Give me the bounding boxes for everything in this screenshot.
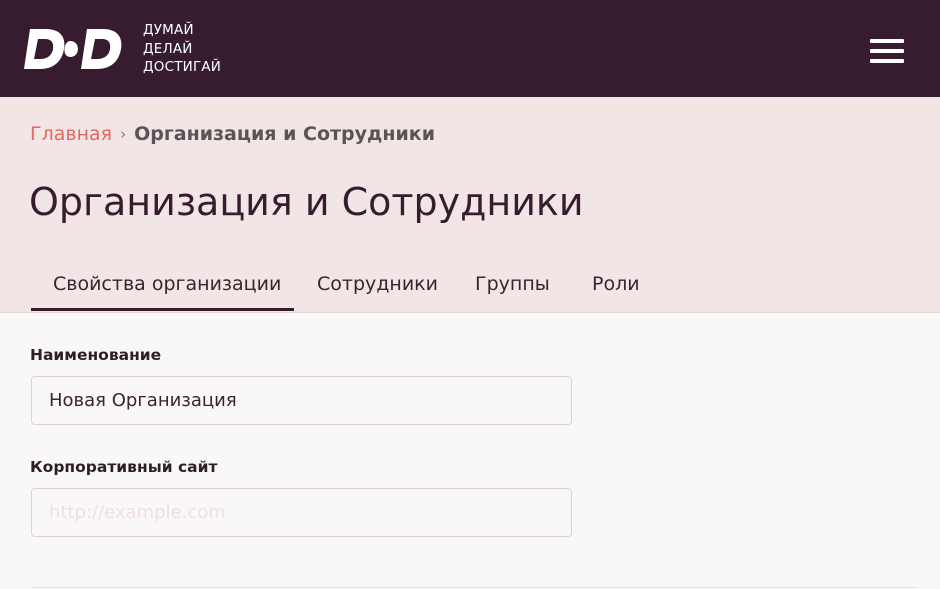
corporate-website-input[interactable]	[31, 488, 572, 537]
breadcrumb-home-link[interactable]: Главная	[30, 123, 112, 145]
page-header: Главная › Организация и Сотрудники Организ…	[0, 97, 940, 313]
logo-slogan: ДУМАЙ ДЕЛАЙ ДОСТИГАЙ	[143, 21, 221, 77]
slogan-line-3: ДОСТИГАЙ	[143, 59, 222, 75]
tab-organization-properties[interactable]: Свойства организации	[53, 273, 281, 295]
section-divider	[31, 587, 916, 588]
breadcrumb-current: Организация и Сотрудники	[134, 123, 436, 145]
tab-groups[interactable]: Группы	[475, 273, 550, 295]
website-field-label: Корпоративный сайт	[30, 458, 218, 476]
breadcrumb: Главная › Организация и Сотрудники	[30, 123, 435, 145]
hamburger-menu-icon[interactable]	[862, 34, 908, 68]
page-title: Организация и Сотрудники	[29, 180, 584, 224]
organization-name-input[interactable]	[31, 376, 572, 425]
slogan-line-1: ДУМАЙ	[143, 22, 194, 38]
chevron-right-icon: ›	[120, 125, 127, 143]
active-tab-indicator	[31, 308, 294, 311]
tab-roles[interactable]: Роли	[592, 273, 640, 295]
slogan-line-2: ДЕЛАЙ	[143, 40, 193, 57]
name-field-label: Наименование	[30, 346, 162, 364]
tab-employees[interactable]: Сотрудники	[317, 273, 438, 295]
top-bar: ДУМАЙ ДЕЛАЙ ДОСТИГАЙ	[0, 0, 940, 97]
dod-logo[interactable]	[24, 27, 124, 71]
